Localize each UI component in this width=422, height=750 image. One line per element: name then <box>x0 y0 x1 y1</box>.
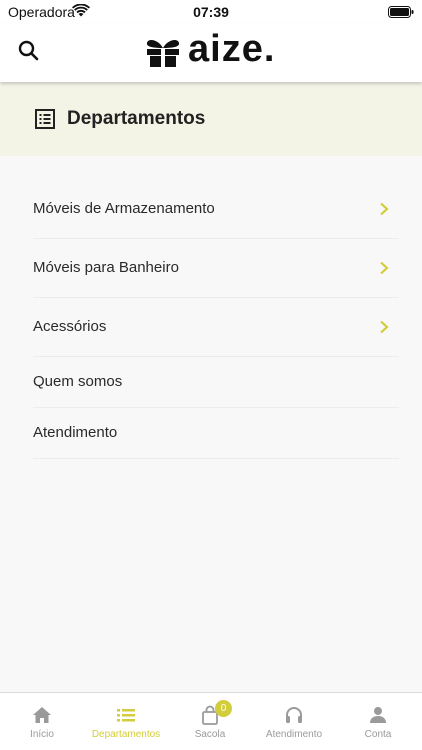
clock-time: 07:39 <box>193 4 229 20</box>
menu-item-label: Móveis de Armazenamento <box>33 200 215 217</box>
home-icon <box>33 707 51 723</box>
menu-item-label: Quem somos <box>33 373 123 390</box>
tab-label: Conta <box>364 729 392 740</box>
chevron-right-icon <box>380 261 389 275</box>
app-screen: Operadora 07:39 aize. Departamentos Móve… <box>0 0 422 750</box>
tab-departamentos[interactable]: Departamentos <box>84 693 168 750</box>
menu-item-moveis-banheiro[interactable]: Móveis para Banheiro <box>33 239 399 298</box>
tab-label: Sacola <box>194 729 226 740</box>
app-header: aize. <box>0 24 422 82</box>
tab-atendimento[interactable]: Atendimento <box>252 693 336 750</box>
menu-item-acessorios[interactable]: Acessórios <box>33 298 399 357</box>
tab-inicio[interactable]: Início <box>0 693 84 750</box>
menu-item-label: Móveis para Banheiro <box>33 259 179 276</box>
bottom-tab-bar: Início Departamentos 0 Sacola Atendiment… <box>0 692 422 750</box>
menu-item-atendimento[interactable]: Atendimento <box>33 408 399 459</box>
chevron-right-icon <box>380 202 389 216</box>
department-menu: Móveis de Armazenamento Móveis para Banh… <box>33 180 399 459</box>
menu-item-label: Acessórios <box>33 318 107 335</box>
department-list-icon <box>35 109 55 129</box>
page-title: Departamentos <box>67 108 206 129</box>
battery-icon <box>388 5 414 23</box>
chevron-right-icon <box>380 320 389 334</box>
section-header: Departamentos <box>0 82 422 156</box>
menu-item-label: Atendimento <box>33 424 118 441</box>
person-icon <box>370 707 386 723</box>
tab-sacola[interactable]: 0 Sacola <box>168 693 252 750</box>
status-bar: Operadora 07:39 <box>0 0 422 24</box>
tab-label: Início <box>30 729 54 740</box>
search-icon <box>18 40 39 61</box>
logo-gift-icon <box>146 40 180 67</box>
logo-text: aize. <box>188 28 276 70</box>
headphones-icon <box>286 707 302 723</box>
tab-label: Departamentos <box>91 729 161 740</box>
cart-count-badge: 0 <box>215 700 232 717</box>
menu-item-quem-somos[interactable]: Quem somos <box>33 357 399 408</box>
brand-logo[interactable]: aize. <box>144 28 276 72</box>
tab-label: Atendimento <box>265 729 323 740</box>
list-icon <box>117 709 135 722</box>
menu-item-moveis-armazenamento[interactable]: Móveis de Armazenamento <box>33 180 399 239</box>
search-button[interactable] <box>16 38 42 64</box>
tab-conta[interactable]: Conta <box>336 693 420 750</box>
